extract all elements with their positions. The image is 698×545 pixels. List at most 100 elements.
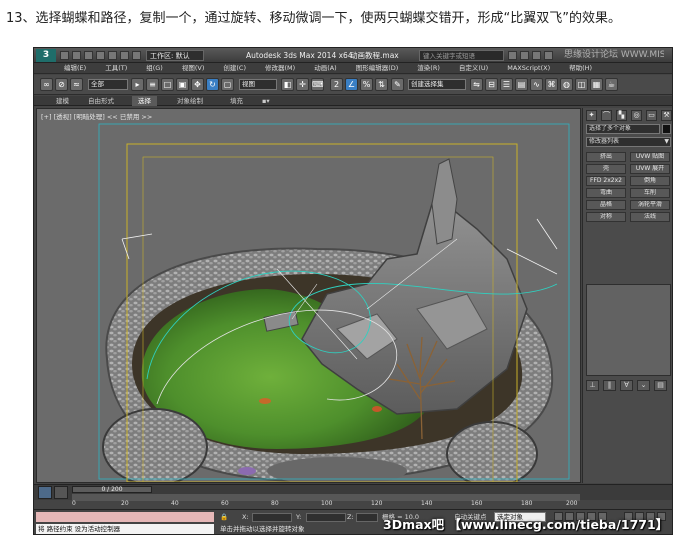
named-selection-dropdown[interactable]: 创建选择集 — [408, 79, 466, 90]
rendered-frame-icon[interactable]: ▦ — [590, 78, 603, 91]
modifier-bevel-button[interactable]: 倒角 — [630, 176, 670, 186]
pivot-center-icon[interactable]: ◧ — [281, 78, 294, 91]
rect-region-icon[interactable]: □ — [161, 78, 174, 91]
favorites-icon[interactable] — [544, 51, 553, 60]
remove-modifier-icon[interactable]: ⌄ — [637, 380, 650, 391]
percent-snap-icon[interactable]: % — [360, 78, 373, 91]
x-coord-field[interactable] — [252, 513, 292, 522]
object-color-swatch[interactable] — [662, 124, 671, 134]
utilities-tab-icon[interactable]: ⚒ — [661, 110, 672, 121]
keyboard-shortcut-icon[interactable]: ⌨ — [311, 78, 324, 91]
schematic-view-icon[interactable]: ⌘ — [545, 78, 558, 91]
open-file-icon[interactable] — [72, 51, 81, 60]
object-name-field[interactable]: 选择了多个对象 — [586, 124, 660, 134]
select-by-name-icon[interactable]: ≡ — [146, 78, 159, 91]
modifier-shell-button[interactable]: 壳 — [586, 164, 626, 174]
new-file-icon[interactable] — [60, 51, 69, 60]
window-crossing-icon[interactable]: ▣ — [176, 78, 189, 91]
select-object-icon[interactable]: ▸ — [131, 78, 144, 91]
undo-icon[interactable] — [96, 51, 105, 60]
perspective-viewport[interactable]: [+] [透视] [明暗处理] << 已禁用 >> — [36, 108, 581, 483]
modifier-uvw-map-button[interactable]: UVW 贴图 — [630, 152, 670, 162]
app-logo[interactable]: 3 — [36, 49, 56, 62]
tab-object-paint[interactable]: 对象绘制 — [177, 96, 203, 106]
spinner-snap-icon[interactable]: ⇅ — [375, 78, 388, 91]
communication-icon[interactable] — [532, 51, 541, 60]
time-slider[interactable]: 0 / 200 — [72, 486, 152, 493]
render-icon[interactable]: ☕ — [605, 78, 618, 91]
menu-views[interactable]: 视图(V) — [182, 63, 205, 73]
hierarchy-tab-icon[interactable]: ▚ — [616, 110, 627, 121]
modifier-list-dropdown[interactable]: 修改器列表 ▼ — [586, 137, 671, 147]
layer-manager-icon[interactable]: ☰ — [500, 78, 513, 91]
menu-group[interactable]: 组(G) — [146, 63, 163, 73]
y-coord-field[interactable] — [306, 513, 346, 522]
menu-help[interactable]: 帮助(H) — [569, 63, 592, 73]
menu-modifiers[interactable]: 修改器(M) — [265, 63, 295, 73]
modifier-symmetry-button[interactable]: 对称 — [586, 212, 626, 222]
make-unique-icon[interactable]: ∀ — [620, 380, 633, 391]
render-setup-icon[interactable]: ◫ — [575, 78, 588, 91]
select-manipulate-icon[interactable]: ✛ — [296, 78, 309, 91]
move-icon[interactable]: ✥ — [191, 78, 204, 91]
modifier-unwrap-uvw-button[interactable]: UVW 展开 — [630, 164, 670, 174]
tab-populate[interactable]: 填充 — [230, 96, 243, 106]
show-end-result-icon[interactable]: ‖ — [603, 380, 616, 391]
display-tab-icon[interactable]: ▭ — [646, 110, 657, 121]
mini-curve-editor-icon[interactable] — [38, 486, 52, 499]
menu-customize[interactable]: 自定义(U) — [459, 63, 488, 73]
save-file-icon[interactable] — [84, 51, 93, 60]
ribbon-options-icon[interactable]: ▪▾ — [262, 96, 270, 106]
lock-selection-icon[interactable]: 🔒 — [220, 513, 228, 522]
graphite-toggle-icon[interactable]: ▤ — [515, 78, 528, 91]
modify-tab-icon[interactable]: ⌒ — [601, 110, 612, 121]
curve-editor-icon[interactable]: ∿ — [530, 78, 543, 91]
menu-edit[interactable]: 编辑(E) — [64, 63, 86, 73]
menu-rendering[interactable]: 渲染(R) — [417, 63, 440, 73]
track-bar-toggle-icon[interactable] — [54, 486, 68, 499]
modifier-lattice-button[interactable]: 晶格 — [586, 200, 626, 210]
material-editor-icon[interactable]: ◍ — [560, 78, 573, 91]
snap-toggle-icon[interactable]: 2 — [330, 78, 343, 91]
hold-icon[interactable] — [120, 51, 129, 60]
fetch-icon[interactable] — [132, 51, 141, 60]
tab-modeling[interactable]: 建模 — [56, 96, 69, 106]
scale-icon[interactable]: ▢ — [221, 78, 234, 91]
menu-graph-editors[interactable]: 图形编辑器(D) — [356, 63, 399, 73]
edit-named-sel-icon[interactable]: ✎ — [391, 78, 404, 91]
binoculars-icon[interactable] — [508, 51, 517, 60]
configure-sets-icon[interactable]: ▤ — [654, 380, 667, 391]
bind-space-warp-icon[interactable]: ≈ — [70, 78, 83, 91]
menu-animation[interactable]: 动画(A) — [314, 63, 337, 73]
link-icon[interactable]: ∞ — [40, 78, 53, 91]
create-tab-icon[interactable]: ✦ — [586, 110, 597, 121]
redo-icon[interactable] — [108, 51, 117, 60]
viewport-label[interactable]: [+] [透视] [明暗处理] << 已禁用 >> — [41, 111, 152, 121]
tab-freeform[interactable]: 自由形式 — [88, 96, 114, 106]
modifier-turbosmooth-button[interactable]: 涡轮平滑 — [630, 200, 670, 210]
status-prompt-line[interactable]: 将 路径约束 设为活动控制器 — [36, 524, 214, 534]
rotate-icon[interactable]: ↻ — [206, 78, 219, 91]
tab-selection[interactable]: 选择 — [132, 96, 157, 106]
subscription-icon[interactable] — [520, 51, 529, 60]
menu-create[interactable]: 创建(C) — [223, 63, 246, 73]
modifier-bend-button[interactable]: 弯曲 — [586, 188, 626, 198]
mirror-icon[interactable]: ⇋ — [470, 78, 483, 91]
modifier-normal-button[interactable]: 法线 — [630, 212, 670, 222]
motion-tab-icon[interactable]: ◎ — [631, 110, 642, 121]
ref-coord-dropdown[interactable]: 视图 — [239, 79, 277, 90]
selection-filter-dropdown[interactable]: 全部 — [88, 79, 128, 90]
modifier-stack[interactable] — [586, 284, 671, 376]
angle-snap-icon[interactable]: ∠ — [345, 78, 358, 91]
modifier-extrude-button[interactable]: 挤出 — [586, 152, 626, 162]
pin-stack-icon[interactable]: ⊥ — [586, 380, 599, 391]
maxscript-listener-mini[interactable] — [36, 512, 214, 522]
unlink-icon[interactable]: ⊘ — [55, 78, 68, 91]
menu-tools[interactable]: 工具(T) — [105, 63, 127, 73]
z-coord-field[interactable] — [356, 513, 378, 522]
modifier-ffd-button[interactable]: FFD 2x2x2 — [586, 176, 626, 186]
align-icon[interactable]: ⊟ — [485, 78, 498, 91]
search-input[interactable]: 键入关键字或短语 — [419, 50, 504, 61]
modifier-lathe-button[interactable]: 车削 — [630, 188, 670, 198]
menu-maxscript[interactable]: MAXScript(X) — [507, 63, 550, 73]
